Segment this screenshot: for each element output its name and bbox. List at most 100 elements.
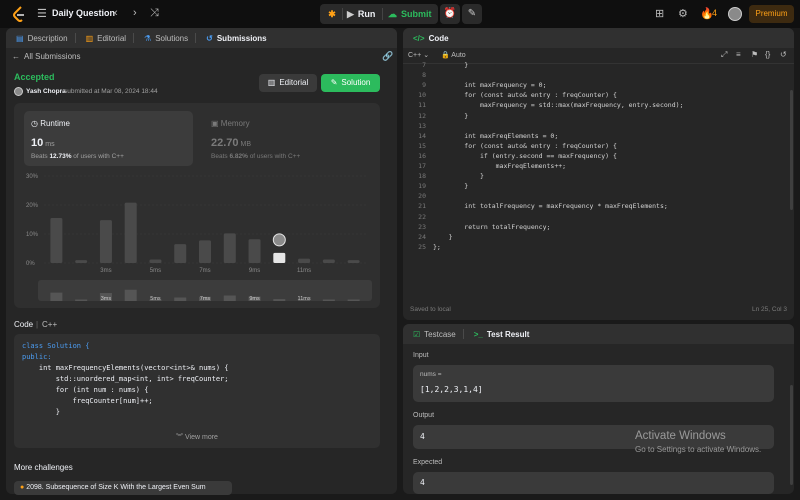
auto-mode-toggle[interactable]: 🔒 Auto (441, 51, 466, 59)
back-to-submissions[interactable]: ← All Submissions (12, 52, 80, 61)
cursor-position: Ln 25, Col 3 (752, 306, 788, 313)
overview-bar (174, 297, 187, 301)
view-more-button[interactable]: ︾ View more (14, 432, 380, 442)
prev-problem-icon[interactable]: ‹ (114, 7, 118, 19)
submit-button[interactable]: ☁ Submit (388, 4, 432, 24)
editor-code-line: maxFreqElements++; (433, 162, 567, 170)
variable-label: nums = (420, 371, 442, 378)
user-avatar[interactable] (728, 7, 742, 21)
layout-grid-icon[interactable]: ⊞ (655, 7, 664, 20)
tab-test-result[interactable]: >_ Test Result (474, 330, 530, 339)
tab-label: Editorial (97, 33, 127, 43)
code-line: } (22, 408, 60, 416)
chart-bar (149, 259, 162, 263)
chart-bar (223, 233, 236, 263)
line-number: 18 (418, 172, 426, 181)
code-line: int maxFrequencyElements(vector<int>& nu… (22, 364, 229, 372)
language-label: C++ (408, 52, 422, 59)
line-number: 9 (422, 81, 426, 90)
language-selector[interactable]: C++ ⌄ (408, 51, 429, 59)
divider (382, 8, 383, 20)
tab-editorial[interactable]: ▥ Editorial (86, 34, 126, 43)
timer-icon[interactable]: ⏰ (440, 4, 460, 24)
chart-bar (174, 244, 187, 263)
code-text: for (int num : nums) { (22, 386, 149, 394)
tab-testcase[interactable]: ☑ Testcase (413, 330, 456, 339)
y-tick-label: 30% (26, 174, 39, 180)
overview-bar (75, 299, 88, 301)
editor-code-line: maxFrequency = std::max(maxFrequency, en… (433, 101, 684, 110)
checkbox-icon: ☑ (413, 329, 421, 339)
streak-count[interactable]: 4 (712, 8, 717, 18)
code-header: Code (14, 320, 34, 329)
overview-bar (322, 299, 335, 301)
activate-windows-title: Activate Windows (635, 430, 726, 442)
next-problem-icon[interactable]: › (133, 7, 137, 19)
line-number: 17 (418, 162, 426, 170)
edit-icon: ✎ (330, 78, 338, 87)
tab-description[interactable]: ▤ Description (16, 34, 68, 43)
code-text: } (22, 408, 60, 416)
daily-question-title[interactable]: Daily Question (52, 8, 115, 18)
run-button[interactable]: ▶ Run (347, 4, 375, 24)
line-number: 25 (418, 242, 426, 251)
editor-code-line: } (433, 61, 469, 69)
line-number: 14 (418, 131, 426, 140)
line-number: 13 (418, 121, 426, 130)
divider (462, 329, 464, 339)
editor-code-line: return totalFrequency; (433, 222, 551, 231)
expected-value: 4 (420, 478, 425, 487)
expand-icon[interactable]: ⤢ (721, 50, 727, 60)
divider (342, 8, 343, 20)
debug-icon[interactable]: ✱ (325, 4, 339, 24)
y-tick-label: 0% (26, 261, 35, 267)
chart-bar (199, 240, 211, 263)
shuffle-icon[interactable]: ⤨ (150, 7, 159, 20)
code-line: freqCounter[num]++; (22, 397, 153, 405)
terminal-icon: >_ (473, 329, 483, 339)
flask-icon: ⚗ (144, 33, 152, 43)
share-link-icon[interactable]: 🔗 (382, 51, 393, 62)
line-number: 15 (418, 141, 426, 150)
author-name[interactable]: Yash Chopra (26, 88, 66, 95)
chart-bar (347, 260, 360, 263)
premium-button[interactable]: Premium (749, 5, 794, 23)
x-tick-label: 3ms (100, 268, 111, 274)
line-number: 22 (418, 212, 426, 221)
tab-solutions[interactable]: ⚗ Solutions (144, 34, 188, 43)
tab-code[interactable]: </> Code (413, 34, 449, 43)
output-value: 4 (420, 432, 425, 441)
leetcode-logo-icon[interactable] (12, 6, 26, 22)
editor-scrollbar[interactable] (790, 90, 793, 210)
editorial-icon: ▥ (267, 78, 276, 87)
line-number: 23 (418, 222, 426, 231)
code-line: for (int num : nums) { (22, 386, 149, 394)
line-number: 10 (418, 91, 426, 100)
input-value: [1,2,2,3,1,4] (420, 385, 483, 394)
notes-icon[interactable]: ✎ (462, 4, 482, 24)
reset-icon[interactable]: ↺ (780, 50, 787, 59)
bookmark-icon[interactable]: ⚑ (751, 50, 758, 59)
braces-icon[interactable]: {} (765, 50, 770, 59)
line-number: 21 (418, 202, 426, 211)
editor-code-line: } (433, 111, 469, 120)
settings-gear-icon[interactable]: ⚙ (678, 7, 688, 20)
editor-code-line: } (433, 172, 484, 181)
tab-label: Test Result (486, 329, 530, 339)
tab-submissions[interactable]: ↺ Submissions (206, 34, 267, 43)
run-submit-group: ✱ ▶ Run ☁ Submit (320, 4, 438, 24)
format-icon[interactable]: ≡ (736, 50, 741, 59)
saved-status: Saved to local (410, 306, 451, 313)
challenge-item[interactable]: ● 2098. Subsequence of Size K With the L… (14, 481, 232, 495)
chart-bar (273, 252, 286, 263)
editorial-button[interactable]: ▥ Editorial (259, 74, 317, 92)
problem-list-icon[interactable]: ☰ (37, 7, 47, 20)
editorial-label: Editorial (279, 78, 309, 87)
solution-button[interactable]: ✎ Solution (321, 74, 380, 92)
line-number: 19 (418, 182, 426, 191)
editor-header: </> Code (403, 28, 794, 48)
chart-bar (124, 202, 137, 263)
editorial-icon: ▥ (85, 33, 94, 43)
test-scrollbar[interactable] (790, 385, 793, 485)
x-tick-label: 9ms (249, 268, 260, 274)
